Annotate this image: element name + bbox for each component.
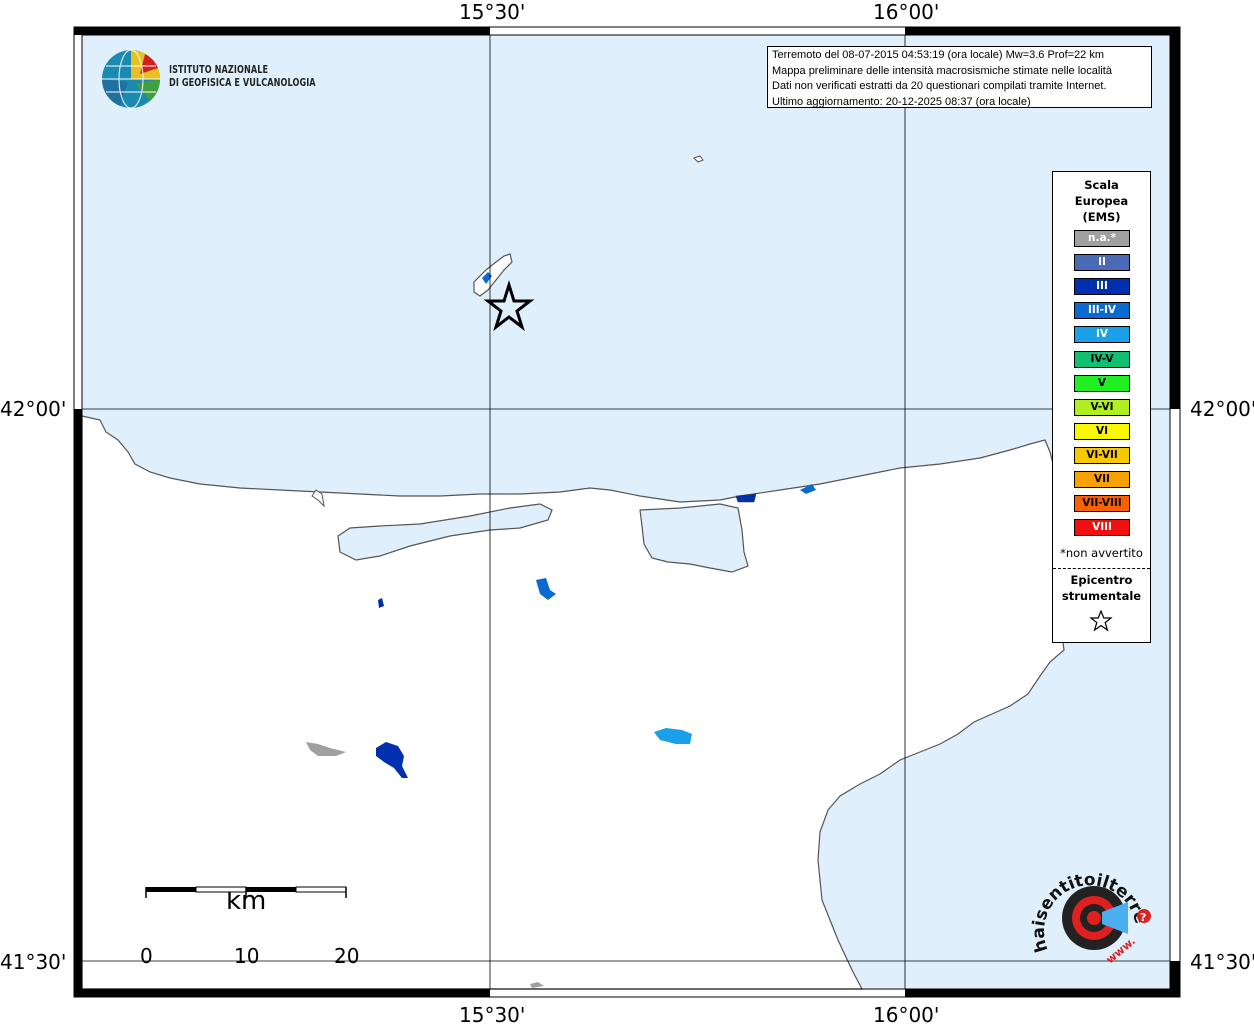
institute-line2: DI GEOFISICA E VULCANOLOGIA <box>169 77 316 89</box>
scalebar-tick-0: 0 <box>140 944 153 968</box>
scalebar <box>145 886 347 898</box>
lat-label-left-1: 42°00' <box>0 397 67 421</box>
lon-label-bottom-1: 15°30' <box>459 1003 526 1027</box>
svg-text:?: ? <box>1140 911 1146 924</box>
event-info-line4: Ultimo aggiornamento: 20-12-2025 08:37 (… <box>772 95 1031 108</box>
legend-epicenter-label: Epicentro strumentale <box>1053 572 1150 604</box>
lat-label-right-1: 42°00' <box>1190 397 1254 421</box>
legend-title-line1: Scala <box>1084 178 1119 192</box>
legend-item-vi-vii: VI-VII <box>1074 446 1130 464</box>
ems-legend: Scala Europea (EMS) n.a.* II III III-IV IV IV… <box>1052 171 1151 643</box>
event-info-line1: Terremoto del 08-07-2015 04:53:19 (ora l… <box>772 49 1105 61</box>
legend-title: Scala Europea (EMS) <box>1053 177 1150 225</box>
scalebar-tick-20: 20 <box>334 944 360 968</box>
legend-item-n-a: n.a.* <box>1074 230 1130 247</box>
legend-item-iii-iv: III-IV <box>1074 302 1130 320</box>
lat-label-left-2: 41°30' <box>0 950 67 974</box>
legend-item-ii: II <box>1074 254 1130 272</box>
institute-line1: ISTITUTO NAZIONALE <box>169 64 269 76</box>
legend-title-line2: Europea <box>1074 194 1129 208</box>
legend-item-iv-v: IV-V <box>1074 350 1130 368</box>
lat-label-right-2: 41°30' <box>1190 950 1254 974</box>
institute-name: ISTITUTO NAZIONALE DI GEOFISICA E VULCAN… <box>169 64 316 90</box>
legend-item-vii: VII <box>1074 471 1130 488</box>
lon-label-bottom-2: 16°00' <box>873 1003 940 1027</box>
legend-title-line3: (EMS) <box>1082 210 1121 224</box>
legend-item-vii-viii: VII-VIII <box>1074 495 1130 513</box>
scalebar-tick-10: 10 <box>234 944 260 968</box>
legend-item-v-vi: V-VI <box>1074 398 1130 416</box>
event-info-line3: Dati non verificati estratti da 20 quest… <box>772 80 1107 92</box>
legend-item-vi: VI <box>1074 422 1130 440</box>
lon-label-top-1: 15°30' <box>459 0 526 24</box>
event-info-line2: Mappa preliminare delle intensità macros… <box>772 64 1112 77</box>
legend-item-iii: III <box>1074 278 1130 296</box>
lon-label-top-2: 16°00' <box>873 0 940 24</box>
legend-epicenter-line1: Epicentro <box>1070 573 1133 587</box>
ingv-logo-icon <box>101 49 161 109</box>
legend-na-note: *non avvertito <box>1060 546 1143 560</box>
legend-star-icon <box>1089 610 1113 632</box>
legend-item-iv: IV <box>1074 326 1130 344</box>
legend-separator <box>1053 568 1150 569</box>
legend-item-viii: VIII <box>1074 519 1130 537</box>
haisentito-logo-icon[interactable]: haisentitoilterremoto.it ? www. <box>1028 862 1158 982</box>
legend-item-v: V <box>1074 374 1130 392</box>
event-info-box: Terremoto del 08-07-2015 04:53:19 (ora l… <box>767 46 1152 108</box>
legend-epicenter-line2: strumentale <box>1061 589 1142 603</box>
